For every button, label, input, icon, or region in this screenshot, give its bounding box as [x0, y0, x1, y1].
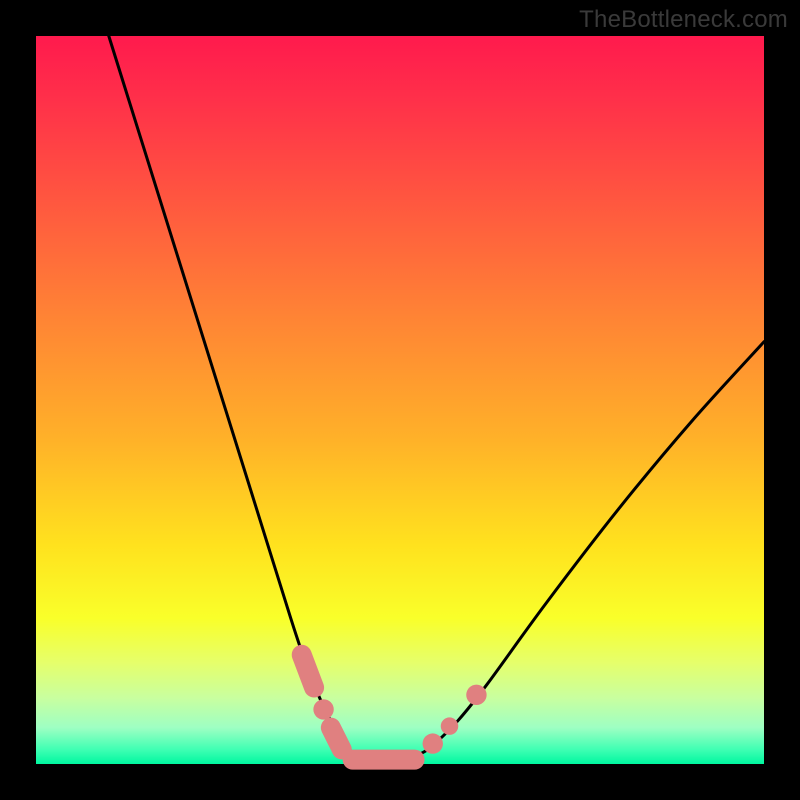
bottleneck-curve — [109, 36, 764, 762]
watermark-text: TheBottleneck.com — [579, 6, 788, 34]
curve-markers — [302, 655, 487, 760]
curve-marker — [423, 733, 443, 753]
curve-marker — [313, 699, 333, 719]
curve-layer — [36, 36, 764, 764]
curve-path — [109, 36, 764, 762]
curve-marker-pill — [302, 655, 314, 688]
chart-frame: TheBottleneck.com — [0, 0, 800, 800]
plot-area — [36, 36, 764, 764]
curve-marker — [466, 685, 486, 705]
curve-marker — [441, 717, 458, 734]
curve-marker-pill — [331, 728, 342, 750]
